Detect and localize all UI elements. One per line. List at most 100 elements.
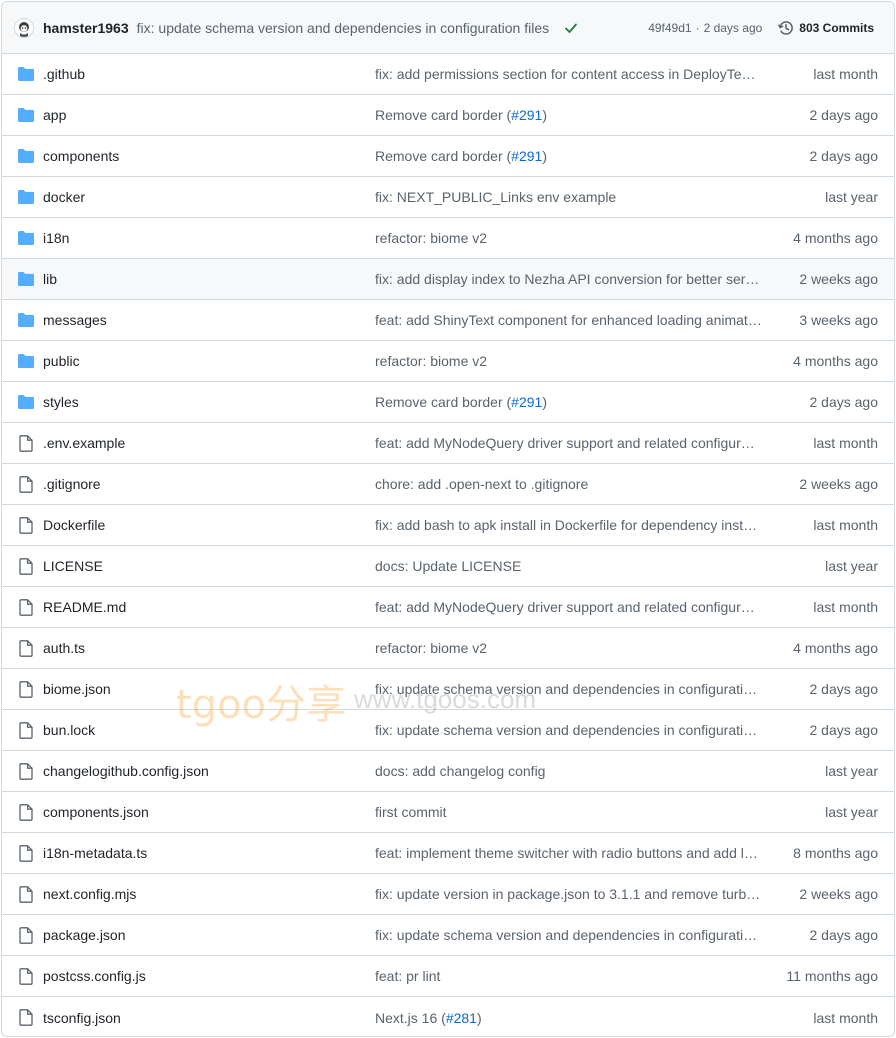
commit-message-link[interactable]: feat: add MyNodeQuery driver support and… [375,599,762,615]
check-icon[interactable] [563,20,579,36]
commit-date: 4 months ago [793,640,878,656]
folder-row[interactable]: docker fix: NEXT_PUBLIC_Links env example… [2,177,894,218]
commit-message-link[interactable]: feat: pr lint [375,968,762,984]
file-name-link[interactable]: next.config.mjs [43,886,136,902]
file-name-link[interactable]: postcss.config.js [43,968,146,984]
file-name-link[interactable]: components.json [43,804,149,820]
folder-name-link[interactable]: messages [43,312,107,328]
commit-message-link[interactable]: fix: update schema version and dependenc… [375,927,762,943]
commit-message-link[interactable]: refactor: biome v2 [375,640,762,656]
folder-icon [17,107,35,123]
file-icon [17,926,35,944]
file-name-link[interactable]: i18n-metadata.ts [43,845,147,861]
commit-date: 4 months ago [793,230,878,246]
commit-message-link[interactable]: feat: implement theme switcher with radi… [375,845,762,861]
commits-history-link[interactable]: 803 Commits [778,20,874,36]
commit-message-link[interactable]: first commit [375,804,762,820]
folder-name-link[interactable]: docker [43,189,85,205]
folder-row[interactable]: app Remove card border (#291) 2 days ago [2,95,894,136]
commit-message-text: Next.js 16 ( [375,1009,446,1026]
file-name-link[interactable]: package.json [43,927,126,943]
commit-message-link[interactable]: feat: add MyNodeQuery driver support and… [375,435,762,451]
file-name-link[interactable]: auth.ts [43,640,85,656]
file-browser: hamster1963 fix: update schema version a… [1,1,895,1037]
commit-message-link[interactable]: fix: add display index to Nezha API conv… [375,271,762,287]
folder-name-link[interactable]: styles [43,394,79,410]
folder-row[interactable]: public refactor: biome v2 4 months ago [2,341,894,382]
file-row[interactable]: bun.lock fix: update schema version and d… [2,710,894,751]
file-name-link[interactable]: tsconfig.json [43,1010,121,1026]
file-icon [17,1008,35,1026]
file-icon [17,803,35,821]
folder-row[interactable]: styles Remove card border (#291) 2 days ag… [2,382,894,423]
commit-message-link[interactable]: fix: add permissions section for content… [375,66,762,82]
file-name-link[interactable]: Dockerfile [43,517,105,533]
commit-message-link[interactable]: Remove card border (#291) [375,107,762,123]
folder-name-link[interactable]: .github [43,66,85,82]
file-row[interactable]: postcss.config.js feat: pr lint 11 months … [2,956,894,997]
commit-message-link[interactable]: docs: add changelog config [375,763,762,779]
folder-row[interactable]: .github fix: add permissions section for … [2,54,894,95]
file-row[interactable]: auth.ts refactor: biome v2 4 months ago [2,628,894,669]
commit-date: last month [813,517,878,533]
file-row[interactable]: README.md feat: add MyNodeQuery driver su… [2,587,894,628]
file-row[interactable]: package.json fix: update schema version a… [2,915,894,956]
file-row[interactable]: LICENSE docs: Update LICENSE last year [2,546,894,587]
pull-request-link[interactable]: #291 [511,394,542,410]
file-name-link[interactable]: .env.example [43,435,125,451]
commit-author[interactable]: hamster1963 [43,20,129,36]
avatar[interactable] [14,17,34,38]
folder-icon [17,394,35,410]
folder-name-link[interactable]: components [43,148,119,164]
file-name-link[interactable]: changelogithub.config.json [43,763,209,779]
folder-name-link[interactable]: lib [43,271,57,287]
file-row[interactable]: components.json first commit last year [2,792,894,833]
file-row[interactable]: next.config.mjs fix: update version in pa… [2,874,894,915]
folder-row[interactable]: i18n refactor: biome v2 4 months ago [2,218,894,259]
file-icon [17,598,35,616]
folder-name-link[interactable]: i18n [43,230,69,246]
commit-message-link[interactable]: feat: add ShinyText component for enhanc… [375,312,762,328]
file-list: .github fix: add permissions section for … [2,54,894,1036]
pull-request-link[interactable]: #291 [511,148,542,164]
commit-message-link[interactable]: docs: Update LICENSE [375,558,762,574]
file-row[interactable]: .gitignore chore: add .open-next to .giti… [2,464,894,505]
commit-meta: 49f49d1 · 2 days ago 803 Commits [648,20,874,36]
pull-request-link[interactable]: #281 [446,1010,477,1026]
folder-row[interactable]: lib fix: add display index to Nezha API c… [2,259,894,300]
commit-message-link[interactable]: fix: add bash to apk install in Dockerfi… [375,517,762,533]
separator: · [695,20,700,35]
commit-message-link[interactable]: Remove card border (#291) [375,394,762,410]
file-name-link[interactable]: LICENSE [43,558,103,574]
file-row[interactable]: Dockerfile fix: add bash to apk install i… [2,505,894,546]
history-icon [778,20,794,35]
commit-message-link[interactable]: fix: NEXT_PUBLIC_Links env example [375,189,762,205]
file-name-link[interactable]: .gitignore [43,476,101,492]
commit-message-link[interactable]: refactor: biome v2 [375,353,762,369]
commit-message-link[interactable]: fix: update schema version and dependenc… [375,722,762,738]
file-name-link[interactable]: biome.json [43,681,111,697]
commit-message-link[interactable]: fix: update version in package.json to 3… [375,886,762,902]
commit-message-link[interactable]: refactor: biome v2 [375,230,762,246]
latest-commit-message[interactable]: fix: update schema version and dependenc… [137,20,549,36]
file-row[interactable]: i18n-metadata.ts feat: implement theme sw… [2,833,894,874]
commit-message-link[interactable]: chore: add .open-next to .gitignore [375,476,762,492]
folder-name-link[interactable]: app [43,107,66,123]
file-name-link[interactable]: bun.lock [43,722,95,738]
file-row[interactable]: changelogithub.config.json docs: add chan… [2,751,894,792]
file-row[interactable]: biome.json fix: update schema version and… [2,669,894,710]
folder-row[interactable]: messages feat: add ShinyText component fo… [2,300,894,341]
file-row[interactable]: .env.example feat: add MyNodeQuery driver… [2,423,894,464]
commit-date: 4 months ago [793,353,878,369]
folder-name-link[interactable]: public [43,353,80,369]
commit-message-link[interactable]: Next.js 16 (#281) [375,1010,762,1026]
commit-message-link[interactable]: Remove card border (#291) [375,148,762,164]
folder-row[interactable]: components Remove card border (#291) 2 day… [2,136,894,177]
file-name-link[interactable]: README.md [43,599,126,615]
commit-message-link[interactable]: fix: update schema version and dependenc… [375,681,762,697]
commit-date: 2 weeks ago [799,271,878,287]
file-row[interactable]: tsconfig.json Next.js 16 (#281) last month [2,997,894,1036]
commit-date: last year [825,804,878,820]
pull-request-link[interactable]: #291 [511,107,542,123]
commit-sha[interactable]: 49f49d1 [648,21,691,35]
